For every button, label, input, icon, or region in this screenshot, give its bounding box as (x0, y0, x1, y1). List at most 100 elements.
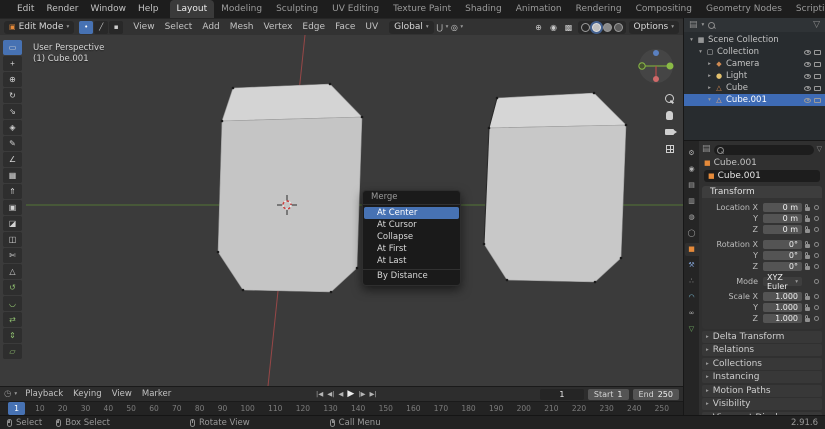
end-frame-field[interactable]: End250 (633, 389, 679, 400)
tool-bevel[interactable]: ◪ (3, 216, 22, 231)
animate-dot[interactable] (812, 205, 820, 210)
outliner-row-collection[interactable]: ▾ ▢ Collection (684, 46, 825, 58)
workspace-tab-animation[interactable]: Animation (509, 0, 569, 18)
properties-search-input[interactable] (714, 145, 814, 155)
tool-shear[interactable]: ▱ (3, 344, 22, 359)
disclosure-icon[interactable]: ▸ (705, 73, 714, 79)
prop-value-field[interactable]: 0 m (763, 203, 802, 213)
hide-viewport-icon[interactable] (804, 62, 811, 67)
shading-material-button[interactable] (603, 23, 612, 32)
lock-icon[interactable] (802, 316, 812, 322)
timeline-editor-icon[interactable]: ◷ (4, 390, 11, 399)
prop-tab-constraints[interactable]: ∞ (685, 307, 699, 320)
tool-rotate[interactable]: ↻ (3, 88, 22, 103)
workspace-tab-compositing[interactable]: Compositing (629, 0, 699, 18)
disable-render-icon[interactable] (814, 62, 821, 67)
animate-dot[interactable] (812, 264, 820, 269)
merge-menu-item-by-distance[interactable]: By Distance (363, 269, 460, 282)
toggle-ortho-icon[interactable] (662, 142, 677, 156)
chevron-down-icon[interactable]: ▾ (702, 22, 705, 28)
topbar-menu-help[interactable]: Help (132, 0, 165, 18)
tl-btn-play[interactable]: ▶ (347, 387, 354, 401)
prop-tab-object-data[interactable]: ▽ (685, 323, 699, 336)
animate-dot[interactable] (812, 227, 820, 232)
tool-transform[interactable]: ◈ (3, 120, 22, 135)
workspace-tab-rendering[interactable]: Rendering (569, 0, 629, 18)
tool-spin[interactable]: ↺ (3, 280, 22, 295)
viewport-menu-add[interactable]: Add (197, 19, 224, 36)
toggle-xray-icon[interactable]: ▩ (563, 21, 575, 34)
outliner-row-light[interactable]: ▸ ● Light (684, 70, 825, 82)
topbar-menu-edit[interactable]: Edit (11, 0, 40, 18)
animate-dot[interactable] (812, 253, 820, 258)
lock-icon[interactable] (802, 216, 812, 222)
workspace-tab-sculpting[interactable]: Sculpting (269, 0, 325, 18)
timeline-ruler[interactable]: 1102030405060708090100110120130140150160… (0, 401, 683, 415)
prop-tab-tool[interactable]: ⚙ (685, 147, 699, 160)
animate-dot[interactable] (812, 294, 820, 299)
disclosure-icon[interactable]: ▾ (705, 97, 714, 103)
tl-btn-play-reverse[interactable]: ◀ (338, 387, 343, 401)
workspace-tab-shading[interactable]: Shading (458, 0, 509, 18)
viewport-menu-edge[interactable]: Edge (297, 19, 330, 36)
topbar-menu-window[interactable]: Window (84, 0, 132, 18)
chevron-down-icon[interactable]: ▾ (14, 391, 17, 397)
viewport-menu-mesh[interactable]: Mesh (225, 19, 259, 36)
prop-value-field[interactable]: 0° (763, 262, 802, 272)
lock-icon[interactable] (802, 227, 812, 233)
outliner-row-cube-001[interactable]: ▾ △ Cube.001 (684, 94, 825, 106)
viewport-menu-uv[interactable]: UV (360, 19, 383, 36)
outliner-editor-icon[interactable]: ▤ (689, 21, 698, 30)
workspace-tab-uv-editing[interactable]: UV Editing (325, 0, 386, 18)
viewport-menu-select[interactable]: Select (160, 19, 198, 36)
collapsed-section-relations[interactable]: ▸ Relations (702, 344, 822, 356)
tool-edge-slide[interactable]: ⇄ (3, 312, 22, 327)
prop-value-field[interactable]: 0° (763, 240, 802, 250)
tl-btn-prev-keyframe[interactable]: ◀| (327, 387, 334, 401)
prop-value-field[interactable]: 1.000 (763, 303, 802, 313)
show-overlays-icon[interactable]: ◉ (548, 21, 560, 34)
prop-tab-output[interactable]: ▤ (685, 179, 699, 192)
collapsed-section-visibility[interactable]: ▸ Visibility (702, 398, 822, 410)
tool-shrink-fatten[interactable]: ⇕ (3, 328, 22, 343)
mesh-cube-right[interactable] (483, 92, 628, 284)
tool-annotate[interactable]: ✎ (3, 136, 22, 151)
animate-dot[interactable] (812, 242, 820, 247)
options-dropdown[interactable]: Options ▾ (629, 21, 680, 34)
hide-viewport-icon[interactable] (804, 98, 811, 103)
prop-tab-particles[interactable]: ∴ (685, 275, 699, 288)
collapsed-section-delta-transform[interactable]: ▸ Delta Transform (702, 331, 822, 343)
merge-menu-item-at-last[interactable]: At Last (363, 255, 460, 267)
workspace-tab-scripting[interactable]: Scripting (789, 0, 825, 18)
disable-render-icon[interactable] (814, 50, 821, 55)
disclosure-icon[interactable]: ▾ (696, 49, 705, 55)
orientation-selector[interactable]: Global ▾ (389, 21, 433, 34)
prop-value-field[interactable]: 0° (763, 251, 802, 261)
tool-inset-faces[interactable]: ▣ (3, 200, 22, 215)
animate-dot[interactable] (812, 279, 820, 284)
show-gizmo-icon[interactable]: ⊕ (533, 21, 545, 34)
lock-icon[interactable] (802, 242, 812, 248)
lock-icon[interactable] (802, 205, 812, 211)
tool-poly-build[interactable]: △ (3, 264, 22, 279)
vertex-select-mode-button[interactable]: • (79, 21, 93, 34)
workspace-tab-texture-paint[interactable]: Texture Paint (386, 0, 458, 18)
viewport-menu-vertex[interactable]: Vertex (258, 19, 297, 36)
prop-value-field[interactable]: 1.000 (763, 314, 802, 324)
rotation-mode-dropdown[interactable]: XYZ Euler ▾ (763, 277, 802, 287)
workspace-tab-geometry-nodes[interactable]: Geometry Nodes (699, 0, 789, 18)
start-frame-field[interactable]: Start1 (588, 389, 629, 400)
merge-menu-item-at-cursor[interactable]: At Cursor (363, 219, 460, 231)
animate-dot[interactable] (812, 216, 820, 221)
viewport-canvas[interactable] (0, 35, 683, 386)
timeline-menu-marker[interactable]: Marker (137, 387, 176, 402)
prop-value-field[interactable]: 0 m (763, 214, 802, 224)
viewport-menu-face[interactable]: Face (330, 19, 360, 36)
lock-icon[interactable] (802, 305, 812, 311)
prop-tab-scene[interactable]: ◍ (685, 211, 699, 224)
animate-dot[interactable] (812, 316, 820, 321)
tool-move[interactable]: ⊕ (3, 72, 22, 87)
search-icon[interactable] (708, 22, 715, 29)
merge-menu-item-at-first[interactable]: At First (363, 243, 460, 255)
merge-menu-item-collapse[interactable]: Collapse (363, 231, 460, 243)
